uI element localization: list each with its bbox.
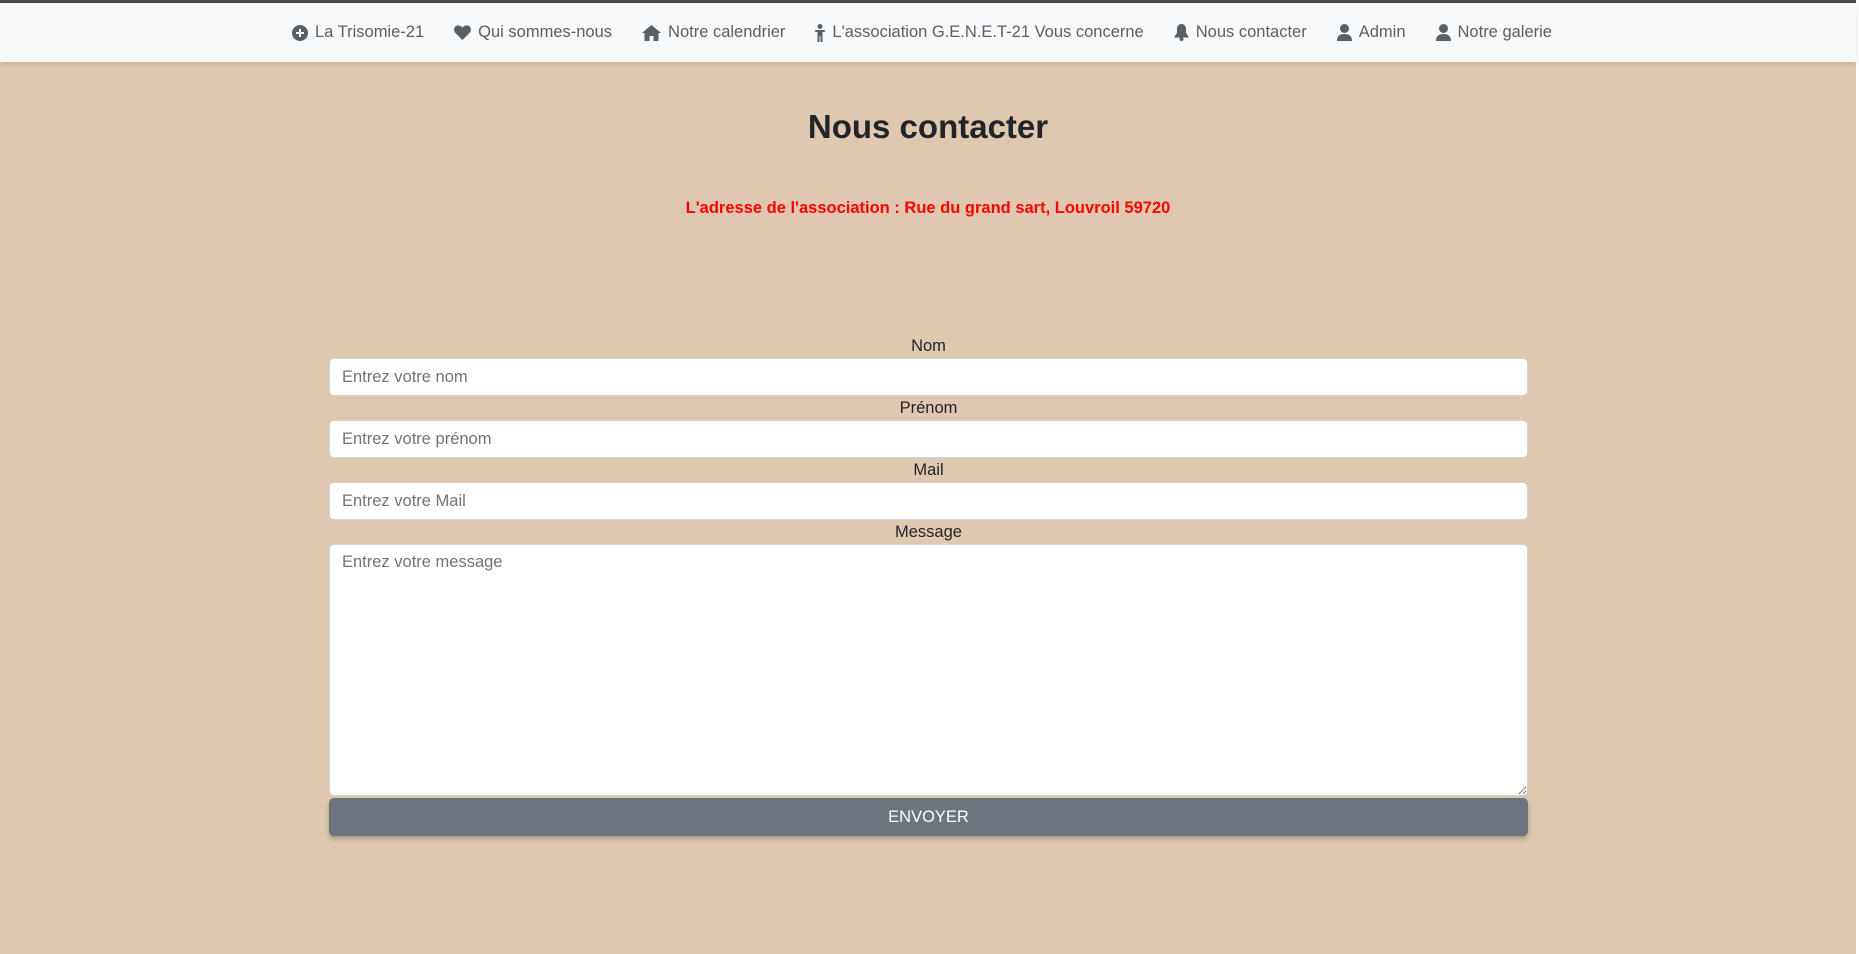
nav-item-galerie[interactable]: Notre galerie bbox=[1421, 13, 1567, 53]
nav-item-label: Notre galerie bbox=[1457, 23, 1552, 41]
child-icon bbox=[815, 23, 826, 42]
nav-item-qui-sommes-nous[interactable]: Qui sommes-nous bbox=[439, 13, 627, 53]
nav-item-calendrier[interactable]: Notre calendrier bbox=[627, 13, 800, 53]
mail-input[interactable] bbox=[329, 482, 1528, 520]
message-textarea[interactable] bbox=[329, 544, 1528, 796]
nav-item-admin[interactable]: Admin bbox=[1322, 13, 1421, 53]
contact-form: Nom Prénom Mail Message Envoyer bbox=[329, 334, 1528, 836]
message-field-group: Message bbox=[329, 520, 1528, 796]
nom-label: Nom bbox=[911, 337, 946, 355]
envoyer-button[interactable]: Envoyer bbox=[329, 798, 1528, 836]
plus-circle-icon bbox=[292, 24, 308, 41]
nav-item-label: L'association G.E.N.E.T-21 Vous concerne bbox=[832, 23, 1144, 41]
nav-item-association[interactable]: L'association G.E.N.E.T-21 Vous concerne bbox=[800, 13, 1158, 53]
user-icon bbox=[1435, 24, 1451, 41]
nav-item-label: Nous contacter bbox=[1195, 23, 1307, 41]
nav-item-label: La Trisomie-21 bbox=[315, 23, 425, 41]
message-label: Message bbox=[895, 523, 962, 541]
prenom-field-group: Prénom bbox=[329, 396, 1528, 458]
association-address: L'adresse de l'association : Rue du gran… bbox=[685, 199, 1171, 217]
nom-field-group: Nom bbox=[329, 334, 1528, 396]
page-title: Nous contacter bbox=[807, 108, 1049, 145]
nom-input[interactable] bbox=[329, 358, 1528, 396]
prenom-label: Prénom bbox=[899, 399, 958, 417]
nav-item-label: Notre calendrier bbox=[668, 23, 786, 41]
nav-item-label: Admin bbox=[1358, 23, 1406, 41]
heart-icon bbox=[454, 25, 472, 40]
nav-item-label: Qui sommes-nous bbox=[478, 23, 613, 41]
nav-list: La Trisomie-21 Qui sommes-nous Notre cal… bbox=[277, 13, 1567, 53]
user-icon bbox=[1336, 24, 1352, 41]
mail-field-group: Mail bbox=[329, 458, 1528, 520]
nav-item-nous-contacter[interactable]: Nous contacter bbox=[1159, 13, 1322, 53]
prenom-input[interactable] bbox=[329, 420, 1528, 458]
nav-item-trisomie[interactable]: La Trisomie-21 bbox=[277, 13, 439, 53]
home-icon bbox=[642, 24, 662, 41]
bell-icon bbox=[1174, 24, 1189, 41]
navbar: La Trisomie-21 Qui sommes-nous Notre cal… bbox=[0, 3, 1856, 62]
mail-label: Mail bbox=[913, 461, 944, 479]
